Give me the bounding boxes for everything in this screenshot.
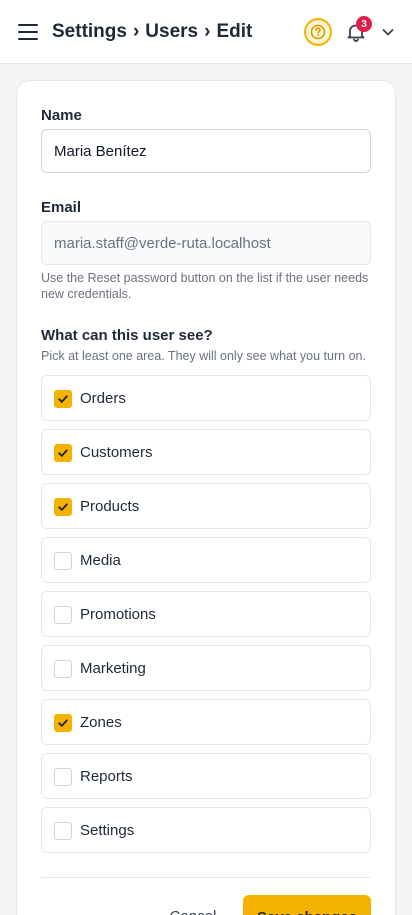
email-field[interactable]	[41, 221, 371, 265]
area-label: Orders	[80, 390, 126, 407]
area-checkbox[interactable]	[54, 714, 72, 732]
cancel-button[interactable]: Cancel	[157, 896, 229, 915]
area-checkbox[interactable]	[54, 390, 72, 408]
area-label: Media	[80, 552, 121, 569]
checkmark-icon	[58, 395, 68, 403]
checkmark-icon	[58, 503, 68, 511]
area-option-marketing[interactable]: Marketing	[41, 645, 371, 691]
areas-section-title: What can this user see?	[41, 327, 213, 344]
area-option-media[interactable]: Media	[41, 537, 371, 583]
email-help-text: Use the Reset password button on the lis…	[41, 271, 369, 301]
breadcrumb-item-settings[interactable]: Settings	[52, 21, 127, 43]
area-label: Marketing	[80, 660, 146, 677]
name-input[interactable]	[41, 129, 371, 173]
areas-help-text: Pick at least one area. They will only s…	[41, 349, 366, 363]
chevron-down-icon	[382, 29, 394, 36]
area-option-products[interactable]: Products	[41, 483, 371, 529]
breadcrumb-item-edit: Edit	[216, 21, 253, 42]
area-option-settings[interactable]: Settings	[41, 807, 371, 853]
area-checkbox[interactable]	[54, 606, 72, 624]
edit-user-card: Name Email Use the Reset password button…	[16, 80, 396, 915]
area-checkbox[interactable]	[54, 552, 72, 570]
area-permissions-list: Orders Customers Products Media Promotions Ma…	[41, 375, 371, 861]
save-changes-button[interactable]: Save changes	[243, 895, 371, 915]
breadcrumb-item-users[interactable]: Users	[145, 21, 198, 43]
help-circle-icon	[310, 24, 326, 40]
area-label: Products	[80, 498, 140, 515]
area-checkbox[interactable]	[54, 768, 72, 786]
area-option-reports[interactable]: Reports	[41, 753, 371, 799]
hamburger-menu-icon[interactable]	[18, 22, 38, 42]
breadcrumb-separator: ›	[132, 21, 140, 42]
breadcrumb-separator: ›	[204, 21, 211, 42]
area-label: Zones	[80, 714, 122, 731]
area-checkbox[interactable]	[54, 660, 72, 678]
area-checkbox[interactable]	[54, 444, 72, 462]
area-option-orders[interactable]: Orders	[41, 375, 371, 421]
area-option-customers[interactable]: Customers	[41, 429, 371, 475]
checkmark-icon	[58, 719, 68, 727]
breadcrumb: Settings › Users › Edit	[52, 20, 252, 44]
area-option-promotions[interactable]: Promotions	[41, 591, 371, 637]
area-checkbox[interactable]	[54, 498, 72, 516]
account-menu-button[interactable]	[380, 24, 396, 40]
top-bar: Settings › Users › Edit 3	[0, 0, 412, 64]
notification-count-badge: 3	[356, 16, 372, 32]
area-label: Reports	[80, 768, 133, 785]
name-label: Name	[41, 107, 82, 124]
help-button[interactable]	[304, 18, 332, 46]
area-option-zones[interactable]: Zones	[41, 699, 371, 745]
email-label: Email	[41, 199, 82, 216]
area-label: Settings	[80, 822, 135, 839]
area-label: Promotions	[80, 606, 156, 623]
area-checkbox[interactable]	[54, 822, 72, 840]
checkmark-icon	[58, 449, 68, 457]
form-divider	[41, 877, 371, 878]
area-label: Customers	[80, 444, 153, 461]
